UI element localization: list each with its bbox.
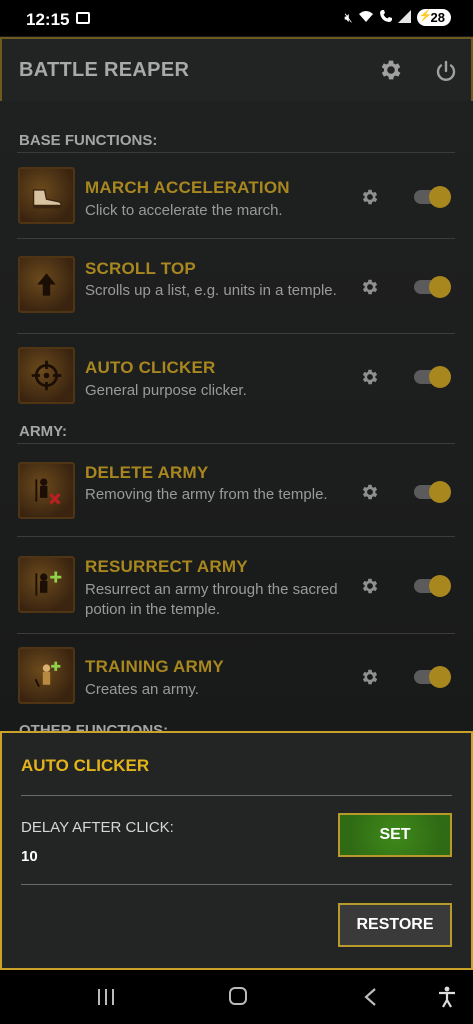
- divider: [21, 884, 452, 885]
- settings-gear-icon[interactable]: [378, 57, 404, 83]
- item-description: Creates an army.: [85, 681, 199, 698]
- item-description: Scrolls up a list, e.g. units in a templ…: [85, 282, 337, 299]
- item-settings-icon[interactable]: [360, 482, 380, 502]
- item-settings-icon[interactable]: [360, 576, 380, 596]
- delay-value[interactable]: 10: [21, 848, 38, 865]
- crosshair-icon: [18, 347, 75, 404]
- item-settings-icon[interactable]: [360, 277, 380, 297]
- item-name: DELETE ARMY: [85, 463, 209, 482]
- power-icon[interactable]: [434, 59, 458, 83]
- divider: [17, 633, 455, 634]
- training-army-icon: [18, 647, 75, 704]
- screen-record-icon: [76, 12, 90, 24]
- recents-icon[interactable]: [97, 989, 115, 1005]
- set-button[interactable]: SET: [338, 813, 452, 857]
- restore-button[interactable]: RESTORE: [338, 903, 452, 947]
- section-other-functions: OTHER FUNCTIONS:: [19, 722, 169, 731]
- item-toggle[interactable]: [414, 575, 452, 597]
- item-settings-icon[interactable]: [360, 187, 380, 207]
- item-description: Click to accelerate the march.: [85, 202, 283, 219]
- divider: [17, 152, 455, 153]
- sheet-title: AUTO CLICKER: [21, 756, 150, 775]
- divider: [17, 536, 455, 537]
- item-name: SCROLL TOP: [85, 259, 196, 278]
- item-name: RESURRECT ARMY: [85, 557, 248, 576]
- item-description: General purpose clicker.: [85, 382, 247, 399]
- section-base-functions: BASE FUNCTIONS:: [19, 132, 158, 149]
- item-settings-icon[interactable]: [360, 367, 380, 387]
- list-item-scroll-top[interactable]: SCROLL TOP Scrolls up a list, e.g. units…: [0, 249, 473, 333]
- item-toggle[interactable]: [414, 366, 452, 388]
- signal-icon: [397, 9, 412, 26]
- wifi-calling-icon: [379, 9, 393, 26]
- item-toggle[interactable]: [414, 666, 452, 688]
- delay-label: DELAY AFTER CLICK:: [21, 819, 174, 836]
- app-bar: BATTLE REAPER: [0, 37, 473, 103]
- divider: [21, 795, 452, 796]
- item-toggle[interactable]: [414, 481, 452, 503]
- item-name: TRAINING ARMY: [85, 657, 224, 676]
- status-bar: 12:15 🔇︎ 28: [0, 0, 473, 36]
- list-item-resurrect-army[interactable]: RESURRECT ARMY Resurrect an army through…: [0, 547, 473, 633]
- list-item-delete-army[interactable]: DELETE ARMY Removing the army from the t…: [0, 453, 473, 537]
- divider: [17, 238, 455, 239]
- mute-icon: 🔇︎: [344, 9, 353, 25]
- app-title: BATTLE REAPER: [19, 59, 190, 81]
- list-item-auto-clicker[interactable]: AUTO CLICKER General purpose clicker.: [0, 344, 473, 404]
- item-name: MARCH ACCELERATION: [85, 178, 290, 197]
- battery-indicator: 28: [416, 9, 451, 26]
- auto-clicker-settings-sheet: AUTO CLICKER DELAY AFTER CLICK: 10 SET R…: [0, 731, 473, 970]
- delete-army-icon: [18, 462, 75, 519]
- list-item-training-army[interactable]: TRAINING ARMY Creates an army.: [0, 644, 473, 704]
- item-settings-icon[interactable]: [360, 667, 380, 687]
- item-toggle[interactable]: [414, 186, 452, 208]
- home-icon[interactable]: [229, 987, 247, 1005]
- navigation-bar: [0, 970, 473, 1024]
- boot-icon: [18, 167, 75, 224]
- accessibility-icon[interactable]: [437, 986, 457, 1008]
- resurrect-army-icon: [18, 556, 75, 613]
- back-icon[interactable]: [363, 987, 377, 1007]
- status-time: 12:15: [26, 10, 70, 29]
- item-description: Removing the army from the temple.: [85, 486, 328, 503]
- divider: [17, 333, 455, 334]
- status-icons: 🔇︎ 28: [344, 9, 451, 26]
- arrow-up-icon: [18, 256, 75, 313]
- item-description: Resurrect an army through the sacred pot…: [85, 581, 338, 618]
- item-toggle[interactable]: [414, 276, 452, 298]
- section-army: ARMY:: [19, 423, 68, 440]
- wifi-icon: [358, 10, 374, 26]
- item-name: AUTO CLICKER: [85, 358, 216, 377]
- list-item-march-acceleration[interactable]: MARCH ACCELERATION Click to accelerate t…: [0, 163, 473, 239]
- divider: [17, 443, 455, 444]
- functions-list[interactable]: BASE FUNCTIONS: MARCH ACCELERATION Click…: [0, 101, 473, 731]
